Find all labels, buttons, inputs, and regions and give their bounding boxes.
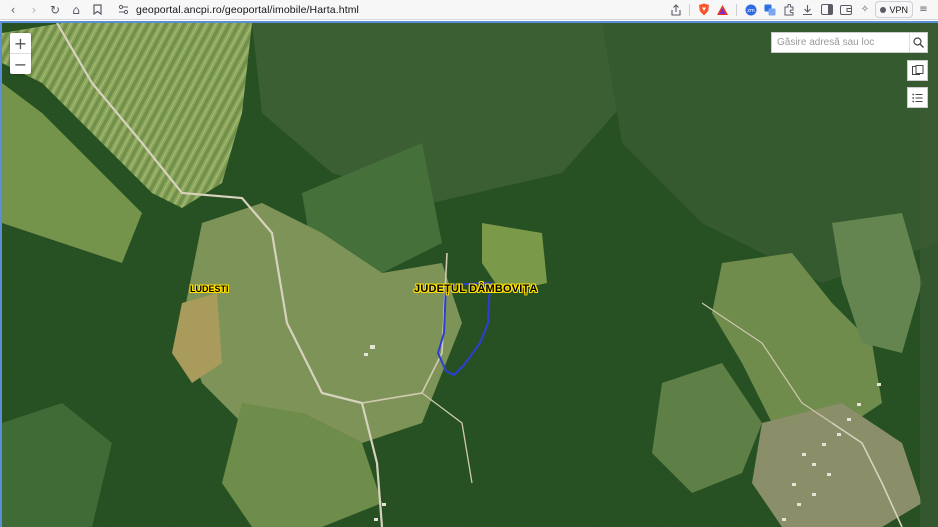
layer-list-button[interactable] bbox=[907, 87, 928, 108]
leo-icon[interactable]: ✧ bbox=[856, 1, 873, 18]
rewards-icon[interactable] bbox=[714, 1, 731, 18]
address-bar[interactable]: geoportal.ancpi.ro/geoportal/imobile/Har… bbox=[116, 3, 359, 17]
site-info-icon[interactable] bbox=[116, 3, 130, 17]
brave-shield-icon[interactable] bbox=[695, 1, 712, 18]
sidebar-icon[interactable] bbox=[818, 1, 835, 18]
toolbar-separator bbox=[736, 3, 738, 16]
menu-icon[interactable]: ≡ bbox=[915, 1, 932, 18]
browser-toolbar: ‹ › ↻ ⌂ geoportal.ancpi.ro/geoportal/imo… bbox=[0, 0, 938, 20]
back-icon[interactable]: ‹ bbox=[4, 1, 22, 19]
wallet-icon[interactable] bbox=[837, 1, 854, 18]
translate-icon[interactable] bbox=[761, 1, 778, 18]
reload-icon[interactable]: ↻ bbox=[46, 1, 64, 19]
address-search-input[interactable] bbox=[772, 36, 909, 49]
url-text[interactable]: geoportal.ancpi.ro/geoportal/imobile/Har… bbox=[136, 4, 359, 16]
county-label: JUDEȚUL DÂMBOVIȚA bbox=[414, 283, 538, 295]
zoom-control: + − bbox=[10, 33, 31, 74]
vpn-label: VPN bbox=[889, 4, 908, 15]
toolbar-right: zm ✧ VPN ≡ bbox=[667, 1, 932, 18]
village-label: LUDESTI bbox=[190, 284, 229, 294]
zoom-out-button[interactable]: − bbox=[10, 54, 31, 74]
share-icon[interactable] bbox=[667, 1, 684, 18]
map-canvas[interactable]: LUDESTI JUDEȚUL DÂMBOVIȚA bbox=[0, 21, 938, 527]
zoom-ext-icon[interactable]: zm bbox=[742, 1, 759, 18]
bookmark-icon[interactable] bbox=[88, 1, 106, 19]
basemap-gallery-button[interactable] bbox=[907, 60, 928, 81]
toolbar-separator bbox=[689, 3, 691, 16]
address-search bbox=[771, 32, 928, 53]
extensions-icon[interactable] bbox=[780, 1, 797, 18]
forward-icon[interactable]: › bbox=[25, 1, 43, 19]
list-icon bbox=[912, 93, 923, 102]
home-icon[interactable]: ⌂ bbox=[67, 1, 85, 19]
vpn-button[interactable]: VPN bbox=[875, 1, 913, 18]
satellite-imagery[interactable] bbox=[2, 23, 938, 527]
nav-buttons: ‹ › ↻ ⌂ bbox=[0, 1, 106, 19]
vpn-status-icon bbox=[880, 6, 887, 13]
download-icon[interactable] bbox=[799, 1, 816, 18]
basemap-icon bbox=[911, 65, 923, 75]
zoom-in-button[interactable]: + bbox=[10, 33, 31, 53]
search-icon[interactable] bbox=[909, 33, 927, 52]
svg-text:zm: zm bbox=[747, 8, 755, 14]
